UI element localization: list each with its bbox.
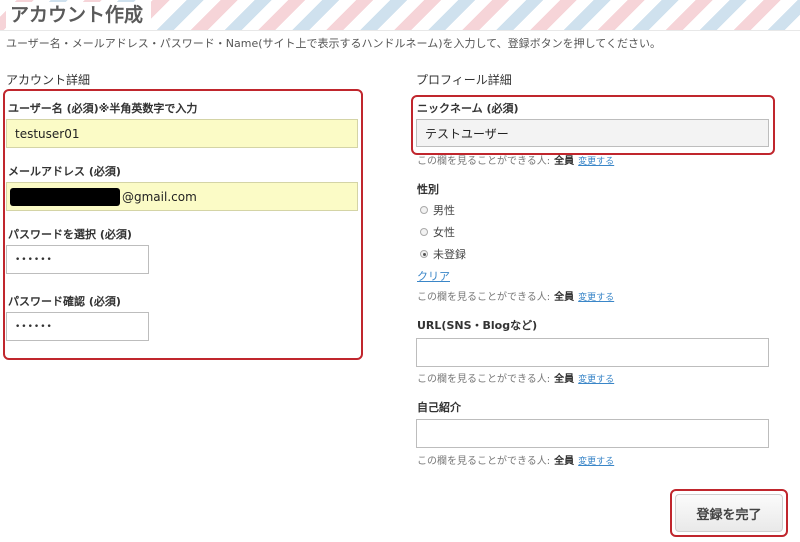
- email-input[interactable]: @gmail.com: [6, 182, 358, 211]
- visibility-all: 全員: [554, 456, 575, 467]
- account-section-title: アカウント詳細: [6, 73, 91, 87]
- password-confirm-value: ••••••: [15, 321, 53, 332]
- radio-unregistered[interactable]: [420, 250, 428, 258]
- visibility-all: 全員: [554, 156, 575, 167]
- visibility-change-link[interactable]: 変更する: [578, 375, 614, 385]
- username-input[interactable]: testuser01: [6, 119, 358, 148]
- gender-option-female[interactable]: 女性: [420, 224, 455, 240]
- email-value-suffix: @gmail.com: [122, 189, 197, 204]
- page-title: アカウント作成: [6, 2, 152, 30]
- password-confirm-input[interactable]: ••••••: [6, 312, 149, 341]
- radio-male[interactable]: [420, 206, 428, 214]
- url-input[interactable]: [416, 338, 769, 367]
- visibility-text: この欄を見ることができる人:: [417, 156, 551, 167]
- visibility-all: 全員: [554, 292, 575, 303]
- username-value: testuser01: [15, 126, 80, 141]
- gender-label: 性別: [417, 183, 439, 196]
- gender-visibility-note: この欄を見ることができる人: 全員 変更する: [417, 288, 614, 303]
- bio-input[interactable]: [416, 419, 769, 448]
- clear-link[interactable]: クリア: [417, 268, 450, 284]
- gender-option-male-label: 男性: [433, 204, 455, 217]
- gender-option-unregistered-label: 未登録: [433, 248, 466, 261]
- radio-female[interactable]: [420, 228, 428, 236]
- visibility-change-link[interactable]: 変更する: [578, 157, 614, 167]
- visibility-text: この欄を見ることができる人:: [417, 374, 551, 385]
- visibility-text: この欄を見ることができる人:: [417, 456, 551, 467]
- nickname-label: ニックネーム (必須): [417, 102, 519, 115]
- visibility-all: 全員: [554, 374, 575, 385]
- gender-option-female-label: 女性: [433, 226, 455, 239]
- gender-option-male[interactable]: 男性: [420, 202, 455, 218]
- visibility-change-link[interactable]: 変更する: [578, 457, 614, 467]
- nickname-value: テストユーザー: [425, 126, 509, 141]
- email-label: メールアドレス (必須): [8, 165, 121, 178]
- nickname-input[interactable]: テストユーザー: [416, 119, 769, 147]
- url-visibility-note: この欄を見ることができる人: 全員 変更する: [417, 370, 614, 385]
- profile-section-title: プロフィール詳細: [416, 73, 512, 87]
- password-input[interactable]: ••••••: [6, 245, 149, 274]
- visibility-change-link[interactable]: 変更する: [578, 293, 614, 303]
- intro-text: ユーザー名・メールアドレス・パスワード・Name(サイト上で表示するハンドルネー…: [6, 37, 661, 50]
- bio-visibility-note: この欄を見ることができる人: 全員 変更する: [417, 452, 614, 467]
- gender-option-unregistered[interactable]: 未登録: [420, 246, 466, 262]
- visibility-text: この欄を見ることができる人:: [417, 292, 551, 303]
- url-label: URL(SNS・Blogなど): [417, 319, 538, 332]
- username-label: ユーザー名 (必須)※半角英数字で入力: [8, 102, 198, 115]
- password-value: ••••••: [15, 254, 53, 265]
- password-label: パスワードを選択 (必須): [8, 228, 132, 241]
- redacted-block: [10, 187, 120, 206]
- nickname-visibility-note: この欄を見ることができる人: 全員 変更する: [417, 152, 614, 167]
- submit-button[interactable]: 登録を完了: [675, 494, 783, 532]
- password-confirm-label: パスワード確認 (必須): [8, 295, 121, 308]
- bio-label: 自己紹介: [417, 401, 461, 414]
